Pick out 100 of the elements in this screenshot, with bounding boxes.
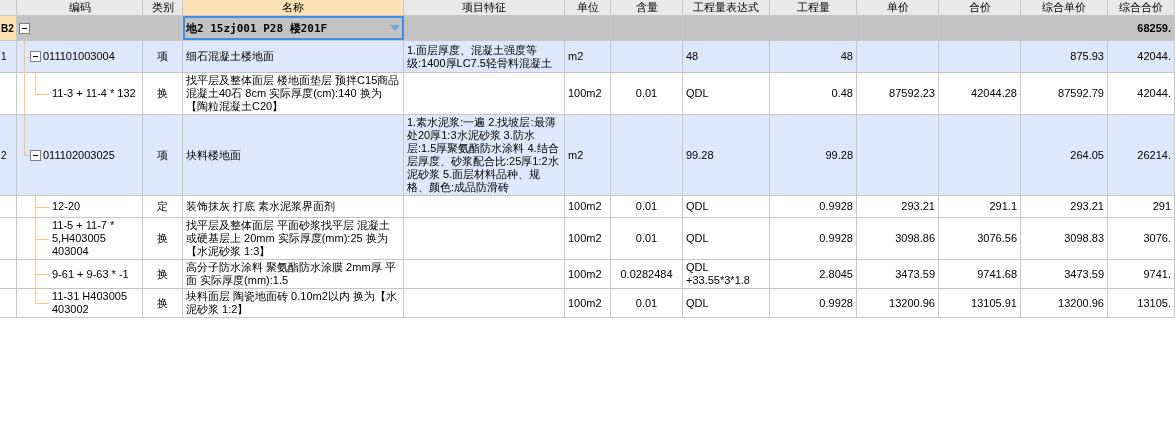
table-cell: 875.93 (1070, 50, 1104, 63)
table-cell-text: 11-3 + 11-4 * 132 (51, 87, 136, 100)
table-cell: 0.01 (635, 200, 658, 213)
column-header[interactable]: 项目特征 (404, 0, 565, 15)
table-cell: 26214. (1137, 148, 1171, 162)
table-cell: 291 (1152, 200, 1171, 213)
table-cell: 9741.68 (977, 267, 1017, 281)
table-cell-text: 1.素水泥浆:一遍 2.找坡层:最薄处20厚1:3水泥砂浆 3.防水层:1.5厚聚氨酯防水涂料 4.结合层厚度、砂浆配合比:25厚1:2水泥砂浆 5.面层材料品种、规格、颜色:成品防滑砖 (407, 116, 560, 194)
minus-box-icon[interactable] (30, 149, 41, 161)
table-cell: 87592.79 (1058, 87, 1104, 100)
minus-box-icon[interactable] (19, 22, 30, 34)
table-cell: 项 (157, 50, 168, 63)
table-cell: QDL (686, 87, 709, 100)
table-cell-text: 11-31 H403005 403002 (51, 290, 129, 316)
table-cell-text: 高分子防水涂料 聚氨酯防水涂膜 2mm厚 平面 实际厚度(mm):1.5 (186, 261, 397, 287)
table-cell: 48 (840, 50, 853, 63)
table-cell: 9741. (1143, 267, 1171, 281)
table-cell: 3473.59 (895, 267, 935, 281)
table-row[interactable]: B2 地2 15zj001 P28 楼201F 68259. (0, 16, 1175, 41)
table-cell: 42044. (1137, 50, 1171, 63)
table-cell-text: 9-61 + 9-63 * -1 (51, 267, 129, 281)
table-cell: 2.8045 (819, 267, 853, 281)
table-cell: 3098.83 (1064, 232, 1104, 245)
name-field[interactable]: 地2 15zj001 P28 楼201F (183, 16, 404, 40)
table-cell-text: 块料面层 陶瓷地面砖 0.10m2以内 换为【水泥砂浆 1:2】 (186, 290, 398, 316)
table-cell-text: QDL +33.55*3*1.8 (686, 261, 751, 287)
table-cell: 13200.96 (889, 296, 935, 310)
table-cell: 13105. (1137, 296, 1171, 310)
column-header[interactable]: 综合单价 (1021, 0, 1108, 15)
minus-box-icon[interactable] (30, 51, 41, 62)
table-cell-text: 011102003025 (42, 148, 115, 162)
table-cell: 换 (157, 267, 168, 281)
table-cell: 42044. (1137, 87, 1171, 100)
table-cell: 291.1 (989, 200, 1017, 213)
table-cell: 块料楼地面 (186, 148, 241, 162)
table-cell-text: 找平层及整体面层 平面砂浆找平层 混凝土或硬基层上 20mm 实际厚度(mm):25 换为【水泥砂浆 1:3】 (186, 219, 392, 258)
table-row[interactable]: 1 011101003004 项 细石混凝土楼地面 1.面层厚度、混凝土强度等级:1400厚LC7.5轻骨料混凝土 m2 48 48 875.93 42044. (0, 41, 1175, 73)
table-cell-text: 1.面层厚度、混凝土强度等级:1400厚LC7.5轻骨料混凝土 (407, 43, 553, 70)
table-cell: 100m2 (568, 200, 602, 213)
table-cell: QDL (686, 232, 709, 245)
table-cell: 99.28 (825, 148, 853, 162)
table-cell: 0.9928 (819, 200, 853, 213)
table-cell: 42044.28 (971, 87, 1017, 100)
table-cell: 0.0282484 (620, 267, 673, 281)
table-cell: 293.21 (901, 200, 935, 213)
table-row[interactable]: 12-20 定 装饰抹灰 打底 素水泥浆界面剂 100m2 0.01 QDL 0.9928 293.21 291.1 293.21 291 (0, 196, 1175, 218)
table-cell: 100m2 (568, 232, 602, 245)
table-cell: m2 (568, 50, 584, 63)
column-header[interactable]: 类别 (143, 0, 183, 15)
table-cell: 项 (157, 148, 168, 162)
table-cell: 13200.96 (1058, 296, 1104, 310)
table-cell: 装饰抹灰 打底 素水泥浆界面剂 (186, 200, 336, 213)
column-header[interactable]: 工程量 (770, 0, 857, 15)
table-cell: 3076. (1143, 232, 1171, 245)
table-cell: 定 (157, 200, 168, 213)
table-cell: QDL (686, 200, 709, 213)
table-cell: 换 (157, 232, 168, 245)
table-cell: 3076.56 (977, 232, 1017, 245)
table-cell: 293.21 (1070, 200, 1104, 213)
row-number: 2 (1, 148, 7, 162)
table-cell: 100m2 (568, 87, 602, 100)
table-cell: 0.01 (635, 87, 658, 100)
table-row[interactable]: 11-3 + 11-4 * 132 换 找平层及整体面层 楼地面垫层 预拌C15商品混凝土40石 8cm 实际厚度(cm):140 换为【陶粒混凝土C20】 100m2 0.01 QDL 0.48 87592.23 42044.28 87592.79 42044. (0, 73, 1175, 115)
table-cell: 3098.86 (895, 232, 935, 245)
column-header[interactable]: 单价 (857, 0, 939, 15)
table-cell-text: 11-5 + 11-7 * 5,H403005 403004 (51, 219, 116, 258)
table-cell: 48 (686, 50, 699, 63)
table-cell: 找平层及整体面层 楼地面垫层 预拌C15商品混凝土40石 8cm 实际厚度(cm):140 换为【陶粒混凝土C20】 (186, 74, 400, 113)
table-cell: 100m2 (568, 267, 602, 281)
table-cell: 0.01 (635, 232, 658, 245)
table-cell: 换 (157, 87, 168, 100)
column-header[interactable]: 编码 (17, 0, 143, 15)
table-row[interactable]: 9-61 + 9-63 * -1 换 高分子防水涂料 聚氨酯防水涂膜 2mm厚 平面 实际厚度(mm):1.5 100m2 0.0282484 QDL +33.55*3*1.8 2.8045 3473.59 9741.68 3473.59 9741. (0, 260, 1175, 289)
table-cell: 3473.59 (1064, 267, 1104, 281)
table-cell: 264.05 (1070, 148, 1104, 162)
table-cell: m2 (568, 148, 584, 162)
table-row[interactable]: 11-5 + 11-7 * 5,H403005 403004 换 找平层及整体面层 平面砂浆找平层 混凝土或硬基层上 20mm 实际厚度(mm):25 换为【水泥砂浆 1:3】 100m2 0.01 QDL 0.9928 3098.86 3076.56 3098.83 3076. (0, 218, 1175, 260)
table-cell: 13105.91 (971, 296, 1017, 310)
table-cell: QDL (686, 296, 709, 310)
column-header[interactable]: 名称 (183, 0, 404, 15)
table-cell: 0.9928 (819, 296, 853, 310)
table-cell: 87592.23 (889, 87, 935, 100)
row-number: 1 (1, 50, 7, 63)
table-row[interactable]: 11-31 H403005 403002 换 块料面层 陶瓷地面砖 0.10m2以内 换为【水泥砂浆 1:2】 100m2 0.01 QDL 0.9928 13200.96 13105.91 13200.96 13105. (0, 289, 1175, 318)
column-header[interactable]: 工程量表达式 (683, 0, 770, 15)
column-header[interactable]: 单位 (565, 0, 611, 15)
table-cell: 细石混凝土楼地面 (186, 50, 274, 63)
table-cell: 68259. (1137, 21, 1171, 35)
table-cell: 0.48 (831, 87, 853, 100)
table-cell-text: 011101003004 (42, 50, 115, 63)
table-cell: 换 (157, 296, 168, 310)
column-header[interactable]: 综合合价 (1108, 0, 1175, 15)
table-cell: 100m2 (568, 296, 602, 310)
column-header[interactable]: 含量 (611, 0, 683, 15)
column-header[interactable]: 合价 (939, 0, 1021, 15)
table-cell: 0.01 (635, 296, 658, 310)
table-cell: 0.9928 (819, 232, 853, 245)
row-number: B2 (1, 21, 14, 35)
table-cell-text: 12-20 (51, 200, 81, 213)
table-cell: 99.28 (686, 148, 714, 162)
